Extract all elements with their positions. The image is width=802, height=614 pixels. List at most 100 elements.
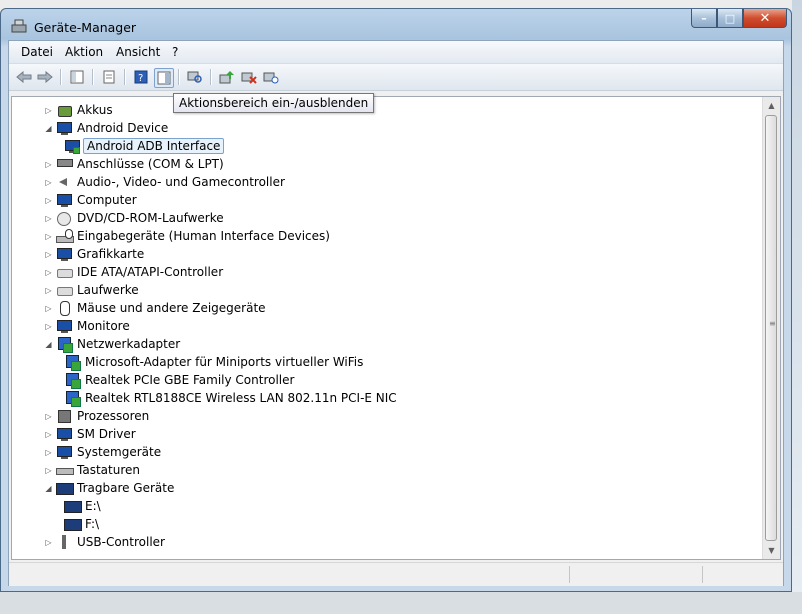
menu-bar: Datei Aktion Ansicht ? xyxy=(9,41,783,64)
menu-datei[interactable]: Datei xyxy=(21,45,53,59)
portable-device-icon xyxy=(64,516,82,532)
tree-item-label: Mäuse und andere Zeigegeräte xyxy=(77,301,266,315)
toolbar-separator xyxy=(210,69,212,85)
port-icon xyxy=(56,156,73,172)
menu-help[interactable]: ? xyxy=(172,45,178,59)
tree-item-label: USB-Controller xyxy=(77,535,165,549)
speaker-icon xyxy=(56,174,72,190)
menu-ansicht[interactable]: Ansicht xyxy=(116,45,160,59)
scan-hardware-icon[interactable] xyxy=(186,68,204,86)
computer-icon xyxy=(56,192,72,208)
console-tree-icon[interactable] xyxy=(68,68,86,86)
monitor-icon xyxy=(56,318,72,334)
monitor-icon xyxy=(56,120,72,136)
tree-category[interactable]: ▷ Monitore xyxy=(44,317,132,335)
expand-arrow-icon[interactable]: ▷ xyxy=(44,304,53,313)
expand-arrow-icon[interactable]: ▷ xyxy=(44,286,53,295)
tree-device[interactable]: Android ADB Interface xyxy=(64,137,225,155)
expand-arrow-icon[interactable]: ▷ xyxy=(44,178,53,187)
expand-arrow-icon[interactable]: ▷ xyxy=(44,106,53,115)
tree-device[interactable]: Realtek RTL8188CE Wireless LAN 802.11n P… xyxy=(64,389,399,407)
title-bar[interactable]: Geräte-Manager – □ ✕ xyxy=(1,9,791,40)
tree-item-label: Audio-, Video- und Gamecontroller xyxy=(77,175,285,189)
scrollbar-thumb[interactable]: ≡ xyxy=(765,115,777,541)
back-arrow-icon[interactable] xyxy=(15,68,33,86)
vertical-scrollbar[interactable]: ▲ ≡ ▼ xyxy=(762,97,780,559)
hid-icon xyxy=(56,228,74,244)
scroll-up-arrow-icon[interactable]: ▲ xyxy=(763,97,780,114)
collapse-arrow-icon[interactable]: ◢ xyxy=(44,340,53,349)
scroll-down-arrow-icon[interactable]: ▼ xyxy=(763,542,780,559)
device-tree[interactable]: ▷ Akkus ◢ Android Device Android ADB Interfa… xyxy=(11,96,781,560)
window-title: Geräte-Manager xyxy=(34,20,137,35)
tree-item-label: Anschlüsse (COM & LPT) xyxy=(77,157,224,171)
portable-device-icon xyxy=(56,480,74,496)
tree-category[interactable]: ▷ Prozessoren xyxy=(44,407,151,425)
tree-item-label: Monitore xyxy=(77,319,130,333)
device-manager-icon xyxy=(11,19,27,33)
tree-item-label: Tragbare Geräte xyxy=(77,481,175,495)
expand-arrow-icon[interactable]: ▷ xyxy=(44,466,53,475)
tree-device[interactable]: Realtek PCIe GBE Family Controller xyxy=(64,371,296,389)
tree-item-label: Laufwerke xyxy=(77,283,139,297)
tree-category[interactable]: ◢ Netzwerkadapter xyxy=(44,335,182,353)
expand-arrow-icon[interactable]: ▷ xyxy=(44,196,53,205)
network-adapter-icon xyxy=(64,354,81,371)
maximize-button[interactable]: □ xyxy=(717,9,743,28)
computer-icon xyxy=(56,444,72,460)
properties-icon[interactable] xyxy=(100,68,118,86)
expand-arrow-icon[interactable]: ▷ xyxy=(44,448,53,457)
tree-category[interactable]: ◢ Android Device xyxy=(44,119,170,137)
tree-category[interactable]: ▷ Tastaturen xyxy=(44,461,142,479)
expand-arrow-icon[interactable]: ▷ xyxy=(44,160,53,169)
expand-arrow-icon[interactable]: ▷ xyxy=(44,430,53,439)
tree-device[interactable]: Microsoft-Adapter für Miniports virtuell… xyxy=(64,353,365,371)
status-bar-divider xyxy=(569,566,570,583)
tree-item-label: Netzwerkadapter xyxy=(77,337,181,351)
tree-category[interactable]: ▷ Mäuse und andere Zeigegeräte xyxy=(44,299,268,317)
menu-aktion[interactable]: Aktion xyxy=(65,45,103,59)
tree-category[interactable]: ▷ Audio-, Video- und Gamecontroller xyxy=(44,173,287,191)
uninstall-device-icon[interactable] xyxy=(262,68,280,86)
tree-category[interactable]: ◢ Tragbare Geräte xyxy=(44,479,176,497)
expand-arrow-icon[interactable]: ▷ xyxy=(44,214,53,223)
tree-device[interactable]: E:\ xyxy=(64,497,103,515)
tree-device[interactable]: F:\ xyxy=(64,515,101,533)
tree-category[interactable]: ▷ Akkus xyxy=(44,101,115,119)
tree-category[interactable]: ▷ USB-Controller xyxy=(44,533,167,551)
tree-category[interactable]: ▷ Eingabegeräte (Human Interface Devices) xyxy=(44,227,332,245)
tree-category[interactable]: ▷ IDE ATA/ATAPI-Controller xyxy=(44,263,225,281)
expand-arrow-icon[interactable]: ▷ xyxy=(44,268,53,277)
expand-arrow-icon[interactable]: ▷ xyxy=(44,412,53,421)
expand-arrow-icon[interactable]: ▷ xyxy=(44,250,53,259)
collapse-arrow-icon[interactable]: ◢ xyxy=(44,484,53,493)
mouse-icon xyxy=(56,300,72,316)
network-adapter-icon xyxy=(64,390,81,407)
network-icon xyxy=(56,336,73,353)
tree-item-label: Prozessoren xyxy=(77,409,150,423)
expand-arrow-icon[interactable]: ▷ xyxy=(44,232,53,241)
tree-category[interactable]: ▷ Grafikkarte xyxy=(44,245,146,263)
tree-category[interactable]: ▷ Laufwerke xyxy=(44,281,141,299)
expand-arrow-icon[interactable]: ▷ xyxy=(44,322,53,331)
tree-category[interactable]: ▷ DVD/CD-ROM-Laufwerke xyxy=(44,209,226,227)
tree-category[interactable]: ▷ Computer xyxy=(44,191,139,209)
caption-buttons: – □ ✕ xyxy=(691,9,787,29)
tree-item-label: Microsoft-Adapter für Miniports virtuell… xyxy=(85,355,364,369)
forward-arrow-icon[interactable] xyxy=(36,68,54,86)
expand-arrow-icon[interactable]: ▷ xyxy=(44,538,53,547)
tree-category[interactable]: ▷ Anschlüsse (COM & LPT) xyxy=(44,155,226,173)
collapse-arrow-icon[interactable]: ◢ xyxy=(44,124,53,133)
update-driver-icon[interactable] xyxy=(218,68,236,86)
toolbar-separator xyxy=(178,69,180,85)
disable-device-icon[interactable] xyxy=(240,68,258,86)
tree-item-label: Computer xyxy=(77,193,137,207)
desktop-background xyxy=(792,0,802,614)
tree-category[interactable]: ▷ SM Driver xyxy=(44,425,138,443)
minimize-button[interactable]: – xyxy=(691,9,717,28)
close-button[interactable]: ✕ xyxy=(743,9,787,28)
action-pane-icon[interactable] xyxy=(154,68,174,88)
tree-item-label: Systemgeräte xyxy=(77,445,162,459)
help-icon[interactable]: ? xyxy=(132,68,150,86)
tree-category[interactable]: ▷ Systemgeräte xyxy=(44,443,163,461)
